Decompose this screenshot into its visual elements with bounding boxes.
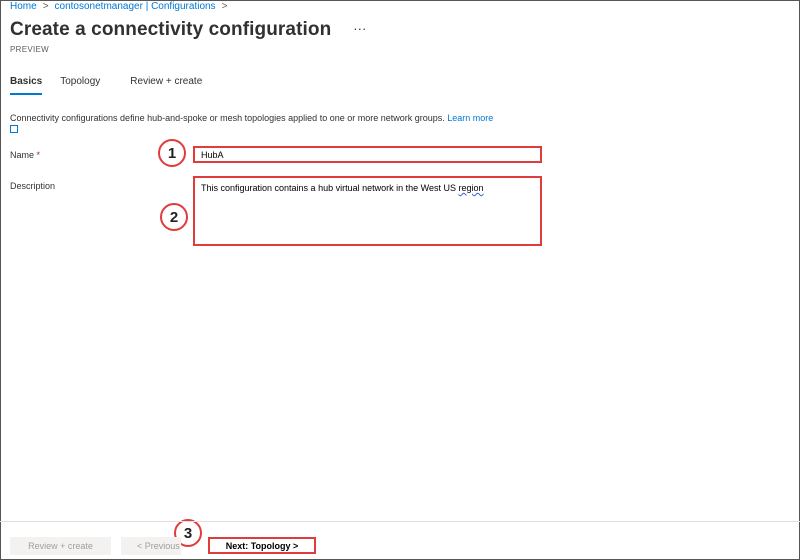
page-title: Create a connectivity configuration xyxy=(10,19,332,40)
breadcrumb-separator: > xyxy=(221,1,228,12)
breadcrumb-separator: > xyxy=(42,1,49,12)
breadcrumb-home[interactable]: Home xyxy=(10,1,37,12)
description-spellcheck-word: region xyxy=(458,183,484,193)
breadcrumb-configurations[interactable]: contosonetmanager | Configurations xyxy=(55,1,216,12)
learn-more-link[interactable]: Learn more xyxy=(447,113,493,123)
previous-button[interactable]: < Previous xyxy=(121,537,181,555)
name-label: Name * xyxy=(10,150,40,160)
intro-text: Connectivity configurations define hub-a… xyxy=(10,112,550,136)
external-link-icon[interactable] xyxy=(10,125,18,133)
footer-divider xyxy=(0,521,800,522)
callout-2: 2 xyxy=(160,203,188,231)
review-create-button[interactable]: Review + create xyxy=(10,537,111,555)
preview-label: PREVIEW xyxy=(10,45,49,54)
name-input-value: HubA xyxy=(201,150,224,160)
tab-basics[interactable]: Basics xyxy=(10,76,43,95)
title-row: Create a connectivity configuration ··· xyxy=(10,19,366,41)
tab-topology[interactable]: Topology xyxy=(60,76,100,95)
next-topology-button[interactable]: Next: Topology > xyxy=(208,537,316,554)
name-label-text: Name xyxy=(10,150,35,160)
description-label: Description xyxy=(10,181,56,191)
callout-1: 1 xyxy=(158,139,186,167)
required-marker: * xyxy=(36,150,41,160)
description-textarea[interactable]: This configuration contains a hub virtua… xyxy=(193,176,542,246)
description-text: This configuration contains a hub virtua… xyxy=(201,183,459,193)
more-options-icon[interactable]: ··· xyxy=(353,21,366,36)
tab-review-create[interactable]: Review + create xyxy=(130,76,202,95)
breadcrumb: Home > contosonetmanager | Configuration… xyxy=(10,1,227,12)
name-input[interactable]: HubA xyxy=(193,146,542,163)
tab-bar: Basics Topology Review + create xyxy=(10,76,220,95)
intro-description: Connectivity configurations define hub-a… xyxy=(10,113,445,123)
